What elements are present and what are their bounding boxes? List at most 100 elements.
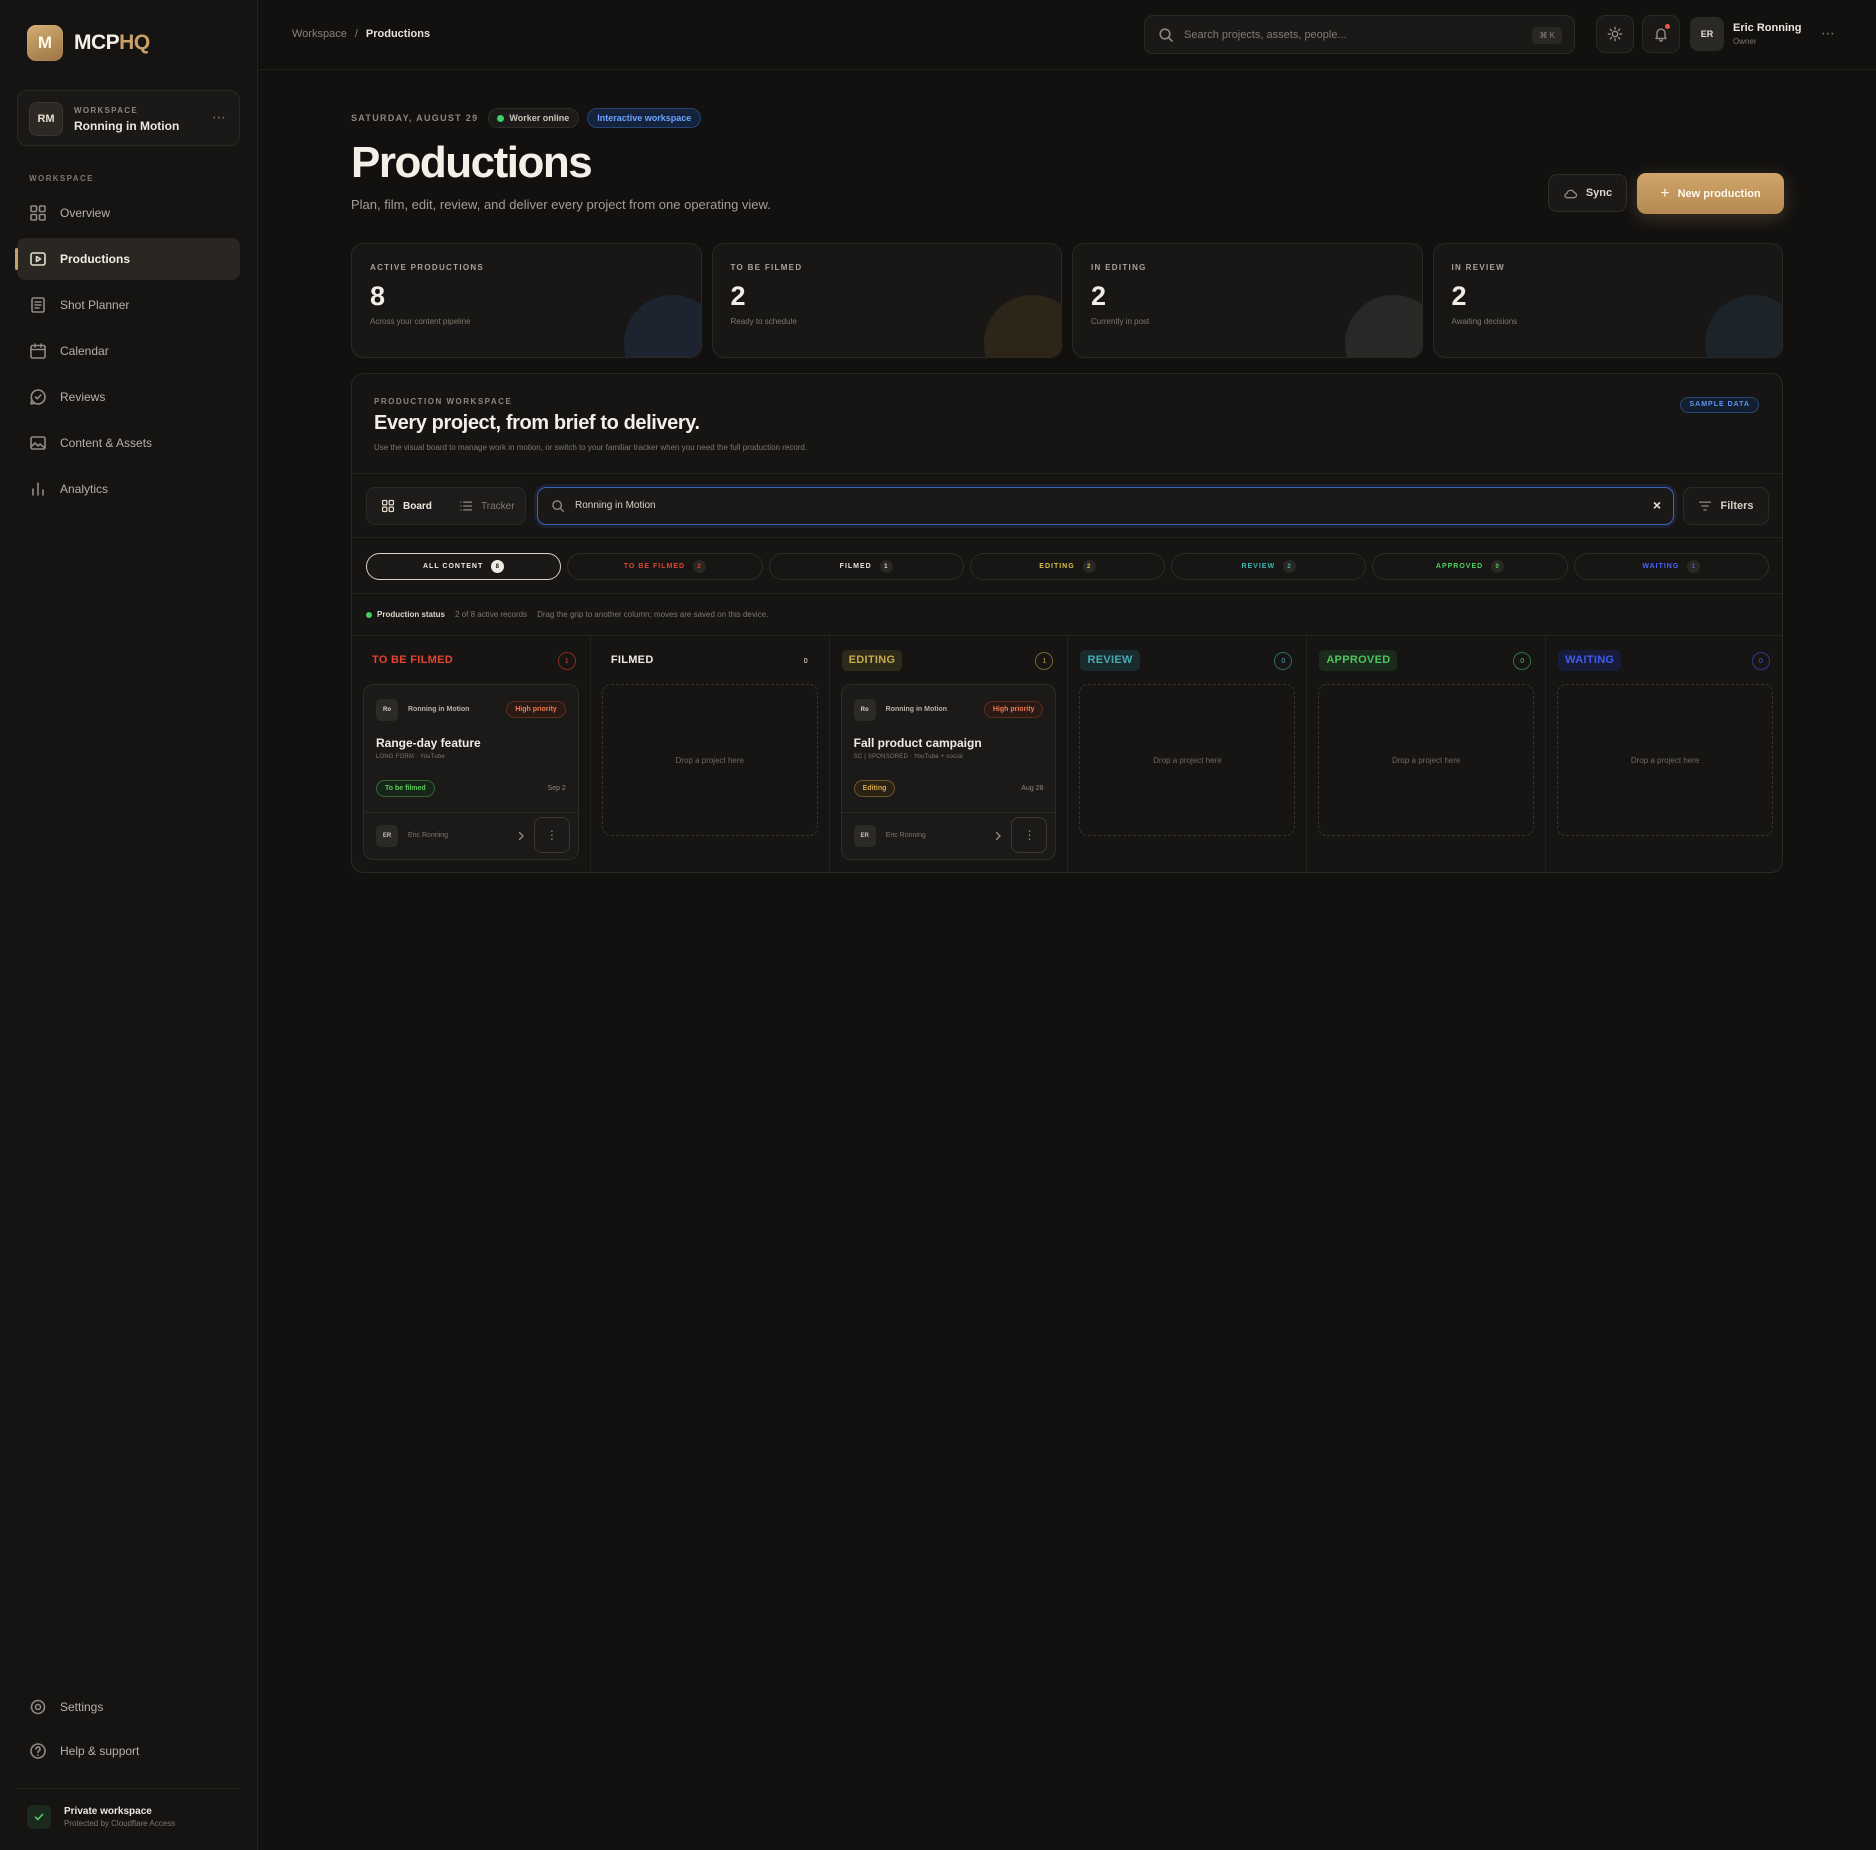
filter-chip[interactable]: EDITING 2 — [969, 553, 1166, 580]
chevron-right-icon[interactable] — [516, 831, 526, 841]
brand-logo-icon: M — [27, 25, 63, 61]
workspace-switcher[interactable]: RM WORKSPACE Ronning in Motion ⋯ — [17, 90, 240, 146]
stat-value: 2 — [1091, 281, 1107, 311]
board-title: Every project, from brief to delivery. — [374, 412, 700, 434]
sidebar-item-calendar[interactable]: Calendar — [17, 330, 240, 372]
global-search-input[interactable]: Search projects, assets, people... ⌘ K — [1144, 15, 1575, 54]
stat-card[interactable]: TO BE FILMED 2 Ready to schedule — [711, 243, 1062, 358]
filter-chip[interactable]: REVIEW 2 — [1171, 553, 1367, 580]
filter-chip[interactable]: APPROVED 0 — [1372, 553, 1568, 580]
list-icon — [460, 501, 473, 511]
notifications-button[interactable] — [1642, 15, 1680, 53]
drop-zone[interactable]: Drop a project here — [1557, 684, 1773, 836]
chip-count: 1 — [879, 560, 893, 573]
sidebar-item-label: Help & support — [60, 1744, 140, 1758]
sidebar-item-content-assets[interactable]: Content & Assets — [17, 422, 240, 464]
stat-card[interactable]: IN REVIEW 2 Awaiting decisions — [1432, 243, 1783, 358]
sample-data-badge: SAMPLE DATA — [1680, 397, 1759, 413]
sidebar-item-label: Shot Planner — [60, 298, 130, 312]
card-title: Range-day feature — [376, 736, 481, 750]
status-badge: To be filmed — [376, 780, 435, 797]
sidebar-item-overview[interactable]: Overview — [17, 192, 240, 234]
stat-label: ACTIVE PRODUCTIONS — [370, 263, 485, 272]
user-avatar[interactable]: ER — [1690, 17, 1724, 51]
stat-value: 8 — [370, 281, 386, 311]
sidebar-bottom-nav: Settings Help & support — [17, 1687, 240, 1775]
project-card[interactable]: Ro Ronning in Motion High priority Range-da… — [363, 684, 579, 860]
sidebar-item-reviews[interactable]: Reviews — [17, 376, 240, 418]
board-column: WAITING 0 Drop a project here — [1546, 636, 1782, 872]
board-column: REVIEW 0 Drop a project here — [1068, 636, 1308, 872]
filter-chip[interactable]: TO BE FILMED 2 — [567, 553, 763, 580]
sidebar-item-label: Productions — [60, 252, 131, 266]
view-tracker-button[interactable]: Tracker — [449, 492, 525, 520]
cloud-icon — [1564, 189, 1577, 198]
filter-icon — [1699, 501, 1712, 511]
decorative-circle — [984, 295, 1062, 357]
board-search-input[interactable]: Ronning in Motion × — [537, 487, 1674, 525]
card-date: Sep 2 — [547, 785, 566, 792]
sidebar-item-shot-planner[interactable]: Shot Planner — [17, 284, 240, 326]
drop-zone[interactable]: Drop a project here — [1079, 684, 1296, 836]
brand[interactable]: M MCPHQ — [27, 25, 150, 61]
sidebar-item-analytics[interactable]: Analytics — [17, 468, 240, 510]
breadcrumb-workspace[interactable]: Workspace — [292, 28, 347, 40]
chip-label: WAITING — [1642, 563, 1680, 570]
chip-label: FILMED — [839, 563, 872, 570]
more-icon[interactable]: ⋯ — [212, 109, 227, 126]
sidebar-item-label: Calendar — [60, 344, 109, 358]
workspace-label: WORKSPACE — [74, 106, 138, 115]
filter-chip[interactable]: FILMED 1 — [768, 553, 964, 580]
board-column: APPROVED 0 Drop a project here — [1307, 636, 1547, 872]
topbar: Workspace / Productions Search projects,… — [259, 0, 1876, 70]
card-menu-button[interactable]: ⋮ — [1011, 817, 1048, 853]
breadcrumb: Workspace / Productions — [292, 28, 430, 40]
divider — [352, 593, 1782, 594]
decorative-circle — [1344, 295, 1422, 357]
stat-label: IN EDITING — [1091, 263, 1147, 272]
page-meta: SATURDAY, AUGUST 29 Worker online Intera… — [351, 108, 702, 128]
search-shortcut: ⌘ K — [1532, 27, 1562, 44]
gear-icon — [30, 1699, 46, 1715]
view-board-button[interactable]: Board — [371, 492, 442, 520]
status-badge: Editing — [853, 780, 896, 797]
sidebar-item-label: Content & Assets — [60, 436, 153, 450]
sidebar-item-help[interactable]: Help & support — [17, 1731, 240, 1771]
chevron-right-icon[interactable] — [993, 831, 1003, 841]
stat-subtitle: Across your content pipeline — [370, 317, 471, 326]
stats-row: ACTIVE PRODUCTIONS 8 Across your content p… — [351, 243, 1783, 358]
chip-label: REVIEW — [1241, 563, 1276, 570]
card-workspace: Ronning in Motion — [885, 706, 948, 713]
more-icon[interactable]: ⋯ — [1821, 25, 1836, 42]
owner-name: Eric Ronning — [408, 832, 449, 839]
clear-icon[interactable]: × — [1653, 497, 1661, 513]
image-icon — [30, 436, 46, 450]
sidebar-item-settings[interactable]: Settings — [17, 1687, 240, 1727]
plus-icon: + — [1660, 184, 1670, 202]
workspace-avatar: RM — [29, 102, 63, 136]
production-status-label: Production status — [366, 610, 445, 619]
stat-label: IN REVIEW — [1451, 263, 1505, 272]
stat-card[interactable]: ACTIVE PRODUCTIONS 8 Across your content p… — [351, 243, 702, 358]
column-count: 0 — [1513, 652, 1532, 670]
shield-check-icon — [27, 1805, 51, 1829]
filter-chip[interactable]: ALL CONTENT 8 — [366, 553, 562, 580]
filter-chip[interactable]: WAITING 1 — [1573, 553, 1769, 580]
drop-zone[interactable]: Drop a project here — [601, 684, 818, 836]
priority-badge: High priority — [506, 701, 566, 718]
chip-count: 0 — [1491, 560, 1505, 573]
card-menu-button[interactable]: ⋮ — [533, 817, 570, 853]
page-subtitle: Plan, film, edit, review, and deliver ev… — [351, 197, 771, 212]
stat-card[interactable]: IN EDITING 2 Currently in post — [1072, 243, 1423, 358]
project-card[interactable]: Ro Ronning in Motion High priority Fall pro… — [840, 684, 1057, 860]
new-production-button[interactable]: + New production — [1637, 173, 1784, 214]
theme-toggle-button[interactable] — [1596, 15, 1634, 53]
production-board: PRODUCTION WORKSPACE Every project, from… — [351, 373, 1783, 873]
priority-badge: High priority — [983, 701, 1044, 718]
sync-button[interactable]: Sync — [1548, 174, 1627, 212]
sidebar-item-productions[interactable]: Productions — [15, 238, 240, 280]
grid-icon — [30, 205, 46, 221]
board-column: EDITING 1 Ro Ronning in Motion High priority… — [830, 636, 1069, 872]
drop-zone[interactable]: Drop a project here — [1318, 684, 1535, 836]
filters-button[interactable]: Filters — [1683, 487, 1769, 525]
